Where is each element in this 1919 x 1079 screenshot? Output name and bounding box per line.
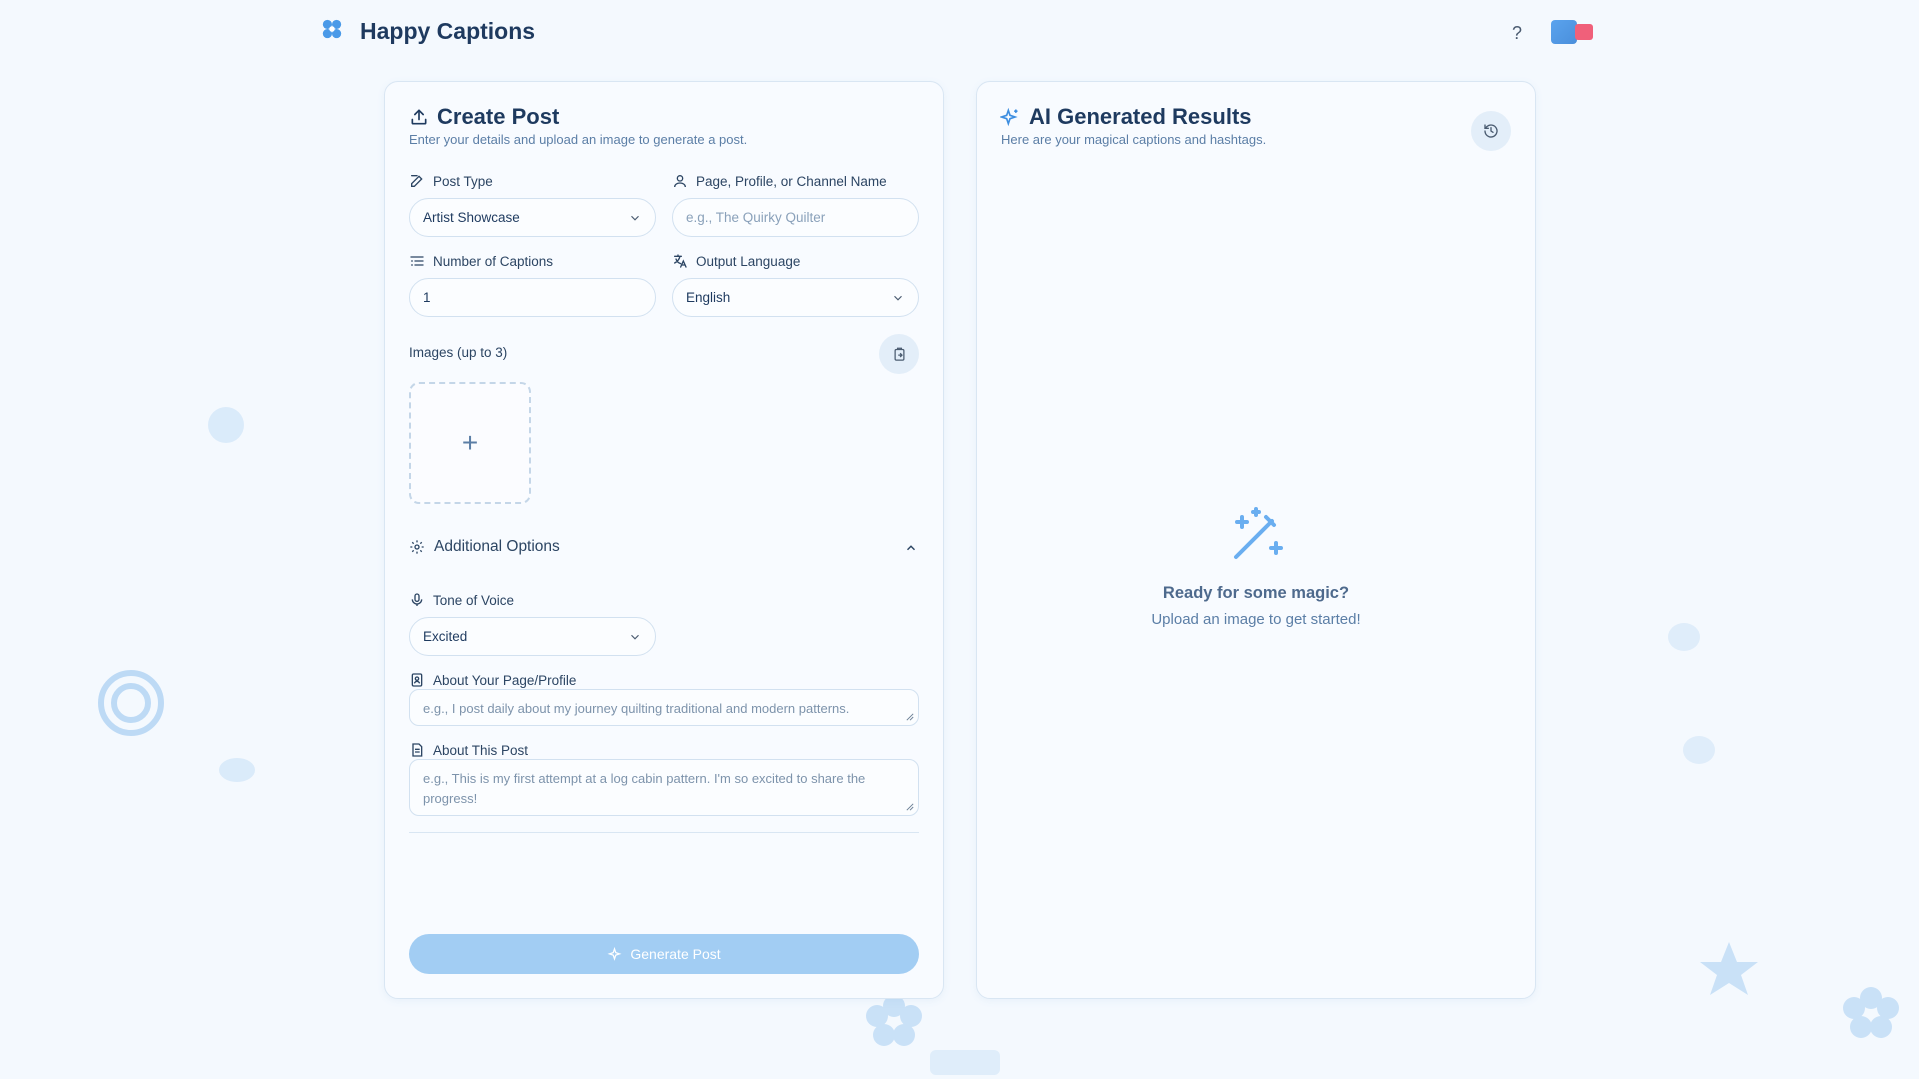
resize-handle-icon[interactable] (906, 713, 914, 721)
empty-state-title: Ready for some magic? (1162, 584, 1350, 602)
app-header: Happy Captions ? (0, 0, 1919, 64)
mic-icon (411, 593, 423, 606)
help-icon[interactable]: ? (1504, 20, 1530, 46)
background-decorations (98, 276, 1899, 1075)
tone-label: Tone of Voice (409, 592, 514, 608)
section-divider (409, 832, 919, 833)
num-captions-input[interactable]: 1 (409, 278, 656, 317)
chevron-down-icon (894, 295, 902, 301)
post-type-label: Post Type (409, 173, 493, 189)
chevron-down-icon (631, 215, 639, 221)
magic-wand-icon (1234, 507, 1283, 559)
post-type-select[interactable]: Artist Showcase (409, 198, 656, 237)
history-button[interactable] (1471, 111, 1511, 151)
add-image-button[interactable]: + (409, 382, 531, 504)
translate-icon (674, 254, 687, 268)
generate-post-button[interactable]: Generate Post (409, 934, 919, 974)
tone-select[interactable]: Excited (409, 617, 656, 656)
results-empty-state: Ready for some magic? Upload an image to… (1096, 505, 1416, 628)
additional-options-toggle[interactable]: Additional Options (409, 538, 560, 556)
flower-logo-icon (322, 19, 342, 39)
paste-icon (894, 347, 904, 361)
language-select[interactable]: English (672, 278, 919, 317)
empty-state-subtitle: Upload an image to get started! (1151, 611, 1361, 628)
theme-toggle[interactable] (1551, 20, 1593, 44)
plus-icon: + (461, 427, 479, 458)
id-card-icon (411, 673, 423, 687)
app-title: Happy Captions (360, 18, 536, 44)
paste-button[interactable] (879, 334, 919, 374)
create-post-title: Create Post (437, 104, 560, 129)
history-icon (1484, 124, 1498, 138)
create-post-subtitle: Enter your details and upload an image t… (409, 132, 748, 147)
list-icon (410, 256, 424, 266)
page-name-label: Page, Profile, or Channel Name (672, 173, 887, 189)
edit-icon (411, 175, 423, 187)
results-title: AI Generated Results (1029, 104, 1252, 129)
about-post-label: About This Post (409, 742, 528, 758)
about-page-textarea[interactable]: e.g., I post daily about my journey quil… (409, 689, 919, 726)
results-subtitle: Here are your magical captions and hasht… (1001, 132, 1267, 147)
num-captions-label: Number of Captions (409, 253, 553, 269)
sparkles-icon (607, 946, 622, 961)
document-icon (412, 743, 423, 757)
images-label: Images (up to 3) (409, 345, 508, 360)
user-icon (674, 175, 686, 188)
about-post-textarea[interactable]: e.g., This is my first attempt at a log … (409, 759, 919, 816)
chevron-down-icon (631, 634, 639, 640)
about-page-label: About Your Page/Profile (409, 672, 576, 688)
language-label: Output Language (672, 253, 800, 269)
page-name-input[interactable]: e.g., The Quirky Quilter (672, 198, 919, 237)
gear-icon (410, 540, 424, 554)
resize-handle-icon[interactable] (906, 803, 914, 811)
